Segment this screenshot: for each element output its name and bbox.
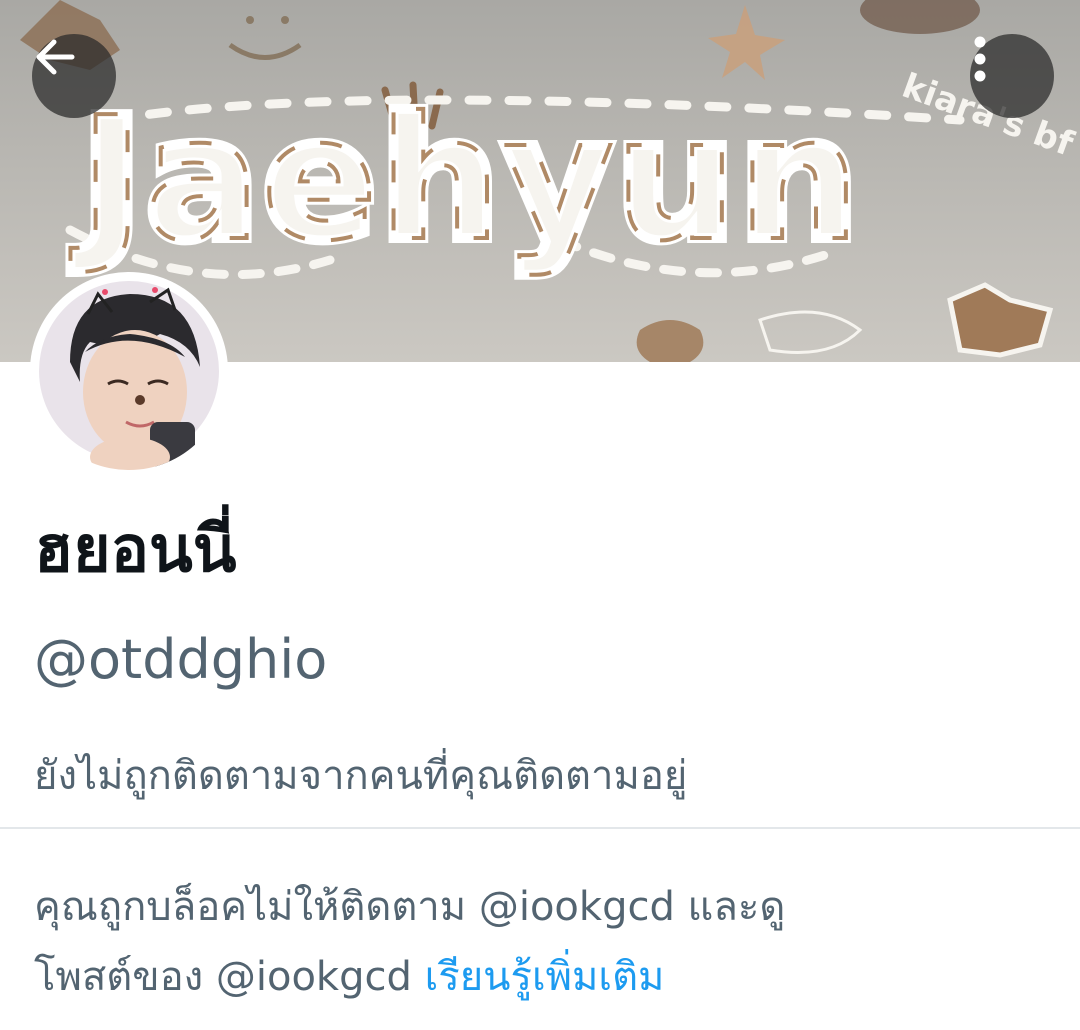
more-options-button[interactable]	[970, 34, 1054, 118]
back-button[interactable]	[32, 34, 116, 118]
avatar[interactable]	[30, 272, 228, 470]
more-vertical-icon	[974, 36, 986, 82]
divider	[0, 827, 1080, 829]
display-name: ฮยอนนี่	[34, 513, 237, 587]
blocked-notice-line-2: โพสต์ของ @iookgcd เรียนรู้เพิ่มเติม	[34, 942, 1044, 1012]
username-handle: @otddghio	[34, 628, 328, 691]
avatar-image	[39, 281, 219, 470]
followers-you-know-text: ยังไม่ถูกติดตามจากคนที่คุณติดตามอยู่	[34, 753, 688, 799]
svg-text:Jaehyun: Jaehyun	[70, 81, 861, 279]
blocked-notice-line-2-text: โพสต์ของ @iookgcd	[34, 954, 412, 1000]
blocked-notice: คุณถูกบล็อคไม่ให้ติดตาม @iookgcd และดู โ…	[34, 872, 1044, 1012]
arrow-left-icon	[36, 39, 75, 75]
blocked-notice-line-1: คุณถูกบล็อคไม่ให้ติดตาม @iookgcd และดู	[34, 884, 786, 930]
learn-more-link[interactable]: เรียนรู้เพิ่มเติม	[425, 954, 665, 1000]
